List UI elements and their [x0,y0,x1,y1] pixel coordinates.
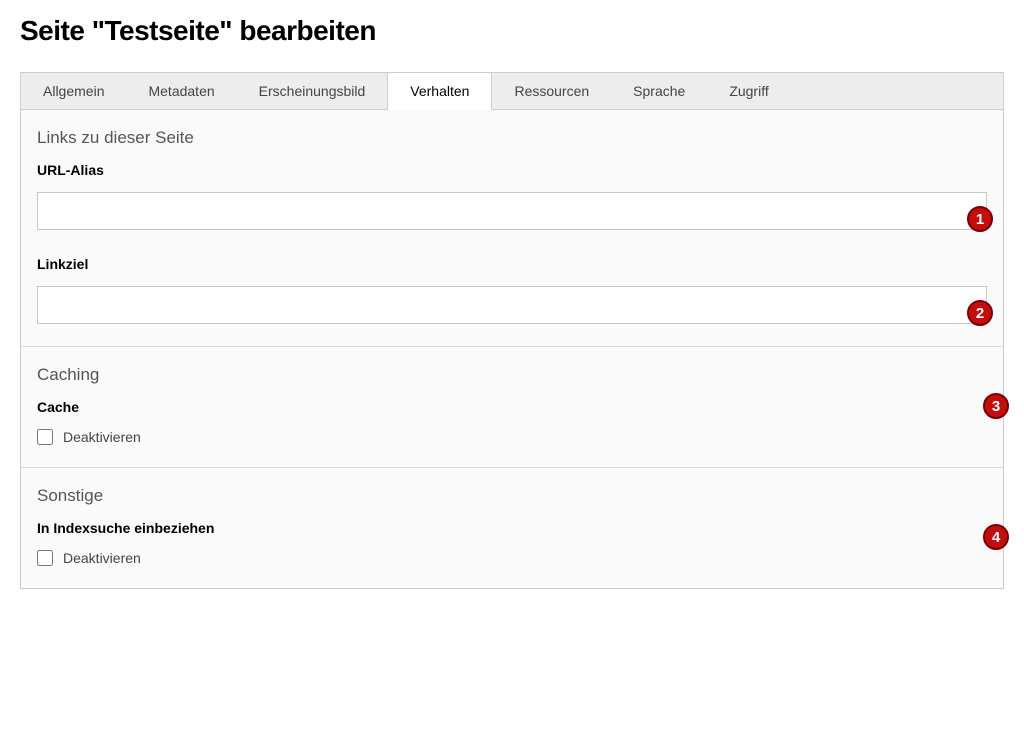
annotation-badge-3: 3 [983,393,1009,419]
input-url-alias[interactable] [37,192,987,230]
tab-ressourcen[interactable]: Ressourcen [492,73,611,109]
section-heading-sonstige: Sonstige [37,486,987,506]
label-index-search: In Indexsuche einbeziehen [37,520,987,536]
tab-bar: Allgemein Metadaten Erscheinungsbild Ver… [21,73,1003,110]
label-linkziel: Linkziel [37,256,987,272]
section-sonstige: Sonstige In Indexsuche einbeziehen Deakt… [21,468,1003,588]
checkbox-cache-disable[interactable] [37,429,53,445]
label-cache: Cache [37,399,987,415]
tab-verhalten[interactable]: Verhalten [387,73,492,110]
page-title: Seite "Testseite" bearbeiten [20,15,1004,47]
tab-sprache[interactable]: Sprache [611,73,707,109]
label-url-alias: URL-Alias [37,162,987,178]
checkbox-index-disable[interactable] [37,550,53,566]
section-caching: Caching Cache Deaktivieren 3 [21,347,1003,468]
checkbox-label-cache: Deaktivieren [63,429,141,445]
tab-allgemein[interactable]: Allgemein [21,73,126,109]
tab-zugriff[interactable]: Zugriff [707,73,790,109]
annotation-badge-1: 1 [967,206,993,232]
tab-panel: Allgemein Metadaten Erscheinungsbild Ver… [20,72,1004,589]
section-links: Links zu dieser Seite URL-Alias 1 Linkzi… [21,110,1003,347]
input-linkziel[interactable] [37,286,987,324]
tab-erscheinungsbild[interactable]: Erscheinungsbild [237,73,388,109]
tab-metadaten[interactable]: Metadaten [126,73,236,109]
checkbox-label-index: Deaktivieren [63,550,141,566]
section-heading-caching: Caching [37,365,987,385]
section-heading-links: Links zu dieser Seite [37,128,987,148]
annotation-badge-4: 4 [983,524,1009,550]
annotation-badge-2: 2 [967,300,993,326]
tab-content: Links zu dieser Seite URL-Alias 1 Linkzi… [21,110,1003,588]
